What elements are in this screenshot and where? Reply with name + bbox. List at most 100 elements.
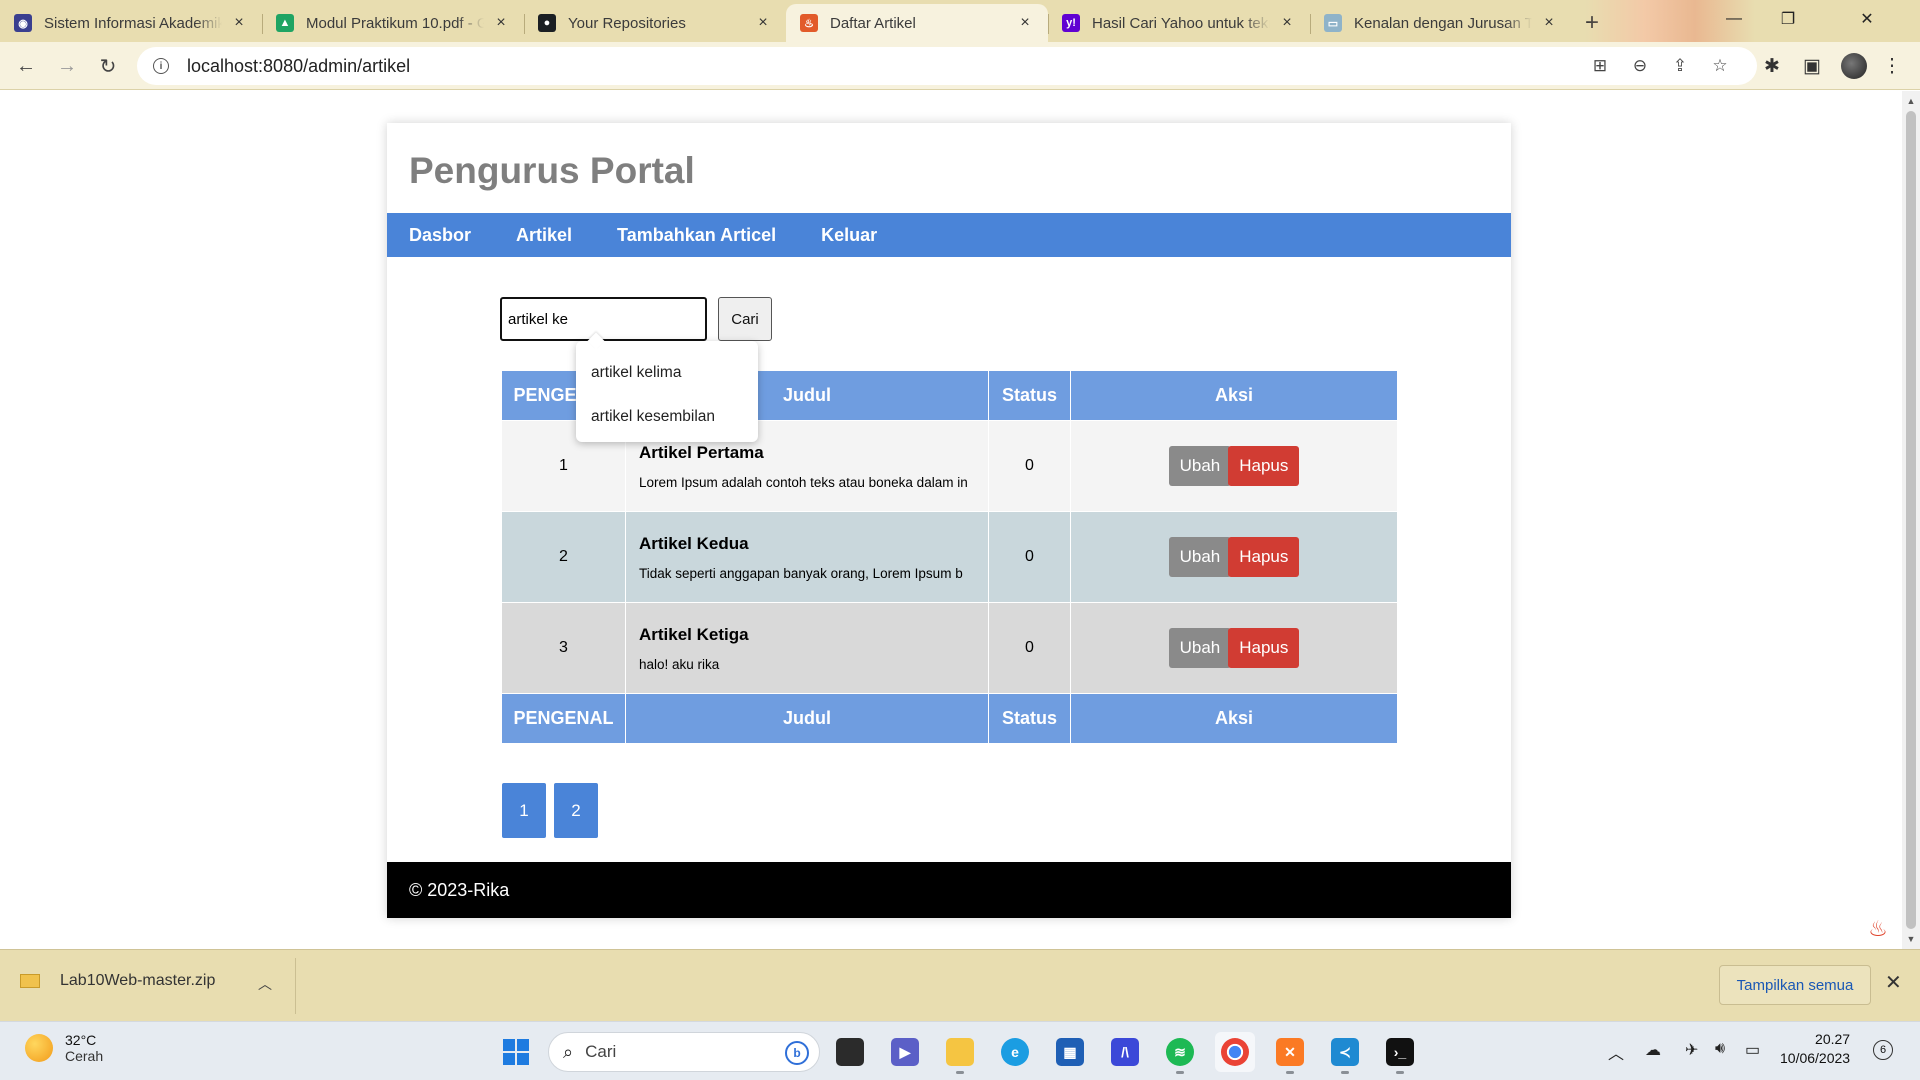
forward-icon[interactable]: → <box>51 50 83 82</box>
close-icon[interactable]: ✕ <box>1885 970 1902 995</box>
edit-button[interactable]: Ubah <box>1168 446 1232 486</box>
cell-status: 0 <box>988 420 1071 512</box>
windows-taskbar: 32°C Cerah ⌕ Cari b ▶ e ▦ /\ ≋ ✕ ≺ ›_ ︿ … <box>0 1021 1920 1080</box>
reload-icon[interactable]: ↻ <box>92 50 124 82</box>
scroll-down-icon[interactable]: ▼ <box>1902 931 1920 947</box>
terminal-icon[interactable]: ›_ <box>1380 1032 1420 1074</box>
tab-close-icon[interactable]: × <box>492 14 510 32</box>
browser-tab[interactable]: ● Your Repositories × <box>524 4 786 42</box>
chevron-up-icon[interactable]: ︿ <box>1608 1040 1624 1064</box>
edit-button[interactable]: Ubah <box>1168 628 1232 668</box>
tab-title: Hasil Cari Yahoo untuk teknik <box>1092 14 1270 32</box>
chevron-up-icon[interactable]: ︿ <box>258 974 272 994</box>
browser-tab[interactable]: ▲ Modul Praktikum 10.pdf - Google Drive × <box>262 4 524 42</box>
teams-icon[interactable]: ▶ <box>885 1032 925 1072</box>
taskbar-search[interactable]: ⌕ Cari b <box>548 1032 820 1072</box>
delete-button[interactable]: Hapus <box>1228 446 1300 486</box>
nav-artikel[interactable]: Artikel <box>516 225 572 246</box>
restore-button[interactable]: ❐ <box>1760 0 1816 38</box>
bookmark-star-icon[interactable]: ☆ <box>1705 47 1735 85</box>
address-bar[interactable]: i localhost:8080/admin/artikel ⊞ ⊖ ⇪ ☆ <box>137 47 1757 85</box>
browser-tab[interactable]: y! Hasil Cari Yahoo untuk teknik × <box>1048 4 1310 42</box>
zoom-icon[interactable]: ⊖ <box>1625 47 1655 85</box>
search-input[interactable]: artikel ke <box>500 297 707 341</box>
footer-judul: Judul <box>625 693 989 744</box>
tab-favicon-icon: ♨ <box>800 14 818 32</box>
weather-condition: Cerah <box>65 1048 104 1064</box>
airplane-icon[interactable]: ✈ <box>1685 1040 1698 1060</box>
file-explorer-icon[interactable] <box>940 1032 980 1074</box>
search-icon: ⌕ <box>563 1041 574 1062</box>
page-2-button[interactable]: 2 <box>554 783 598 838</box>
volume-icon[interactable]: 🔊︎ <box>1715 1040 1725 1058</box>
footer-status: Status <box>988 693 1071 744</box>
side-panel-icon[interactable]: ▣ <box>1796 50 1828 82</box>
search-button[interactable]: Cari <box>718 297 772 341</box>
tab-title: Sistem Informasi Akademik <box>44 14 222 32</box>
cell-aksi: Ubah Hapus <box>1070 420 1398 512</box>
start-button[interactable] <box>496 1032 536 1072</box>
site-info-icon[interactable]: i <box>153 58 169 74</box>
autocomplete-option[interactable]: artikel kelima <box>576 351 758 395</box>
cell-status: 0 <box>988 602 1071 694</box>
notification-badge[interactable]: 6 <box>1873 1040 1893 1060</box>
page-scrollbar[interactable]: ▲ ▼ <box>1902 91 1920 949</box>
battery-icon[interactable]: ▭ <box>1745 1040 1760 1060</box>
article-title: Artikel Kedua <box>639 533 749 553</box>
cell-status: 0 <box>988 511 1071 603</box>
scrollbar-thumb[interactable] <box>1906 111 1916 929</box>
extensions-icon[interactable]: ✱ <box>1756 50 1788 82</box>
share-icon[interactable]: ⇪ <box>1665 47 1695 85</box>
browser-tab[interactable]: ♨ Daftar Artikel × <box>786 4 1048 42</box>
edge-icon[interactable]: e <box>995 1032 1035 1072</box>
tab-close-icon[interactable]: × <box>1278 14 1296 32</box>
page-1-button[interactable]: 1 <box>502 783 546 838</box>
show-all-downloads-button[interactable]: Tampilkan semua <box>1719 965 1871 1005</box>
tab-close-icon[interactable]: × <box>1016 14 1034 32</box>
footer-pengenal: PENGENAL <box>501 693 626 744</box>
pagination: 1 2 <box>502 783 606 838</box>
scroll-up-icon[interactable]: ▲ <box>1902 93 1920 109</box>
system-clock[interactable]: 20.27 10/06/2023 <box>1780 1030 1850 1068</box>
vscode-icon[interactable]: ≺ <box>1325 1032 1365 1074</box>
chrome-icon[interactable] <box>1215 1032 1255 1072</box>
tab-favicon-icon: ◉ <box>14 14 32 32</box>
site-title: Pengurus Portal <box>409 150 695 191</box>
menu-icon[interactable]: ⋮ <box>1876 50 1908 82</box>
nav-tambah-artikel[interactable]: Tambahkan Articel <box>617 225 776 246</box>
zip-file-icon <box>20 974 40 988</box>
spotify-icon[interactable]: ≋ <box>1160 1032 1200 1074</box>
delete-button[interactable]: Hapus <box>1228 537 1300 577</box>
task-view-icon[interactable] <box>830 1032 870 1072</box>
bing-icon[interactable]: b <box>785 1041 809 1065</box>
tab-favicon-icon: ▭ <box>1324 14 1342 32</box>
minimize-button[interactable]: — <box>1706 0 1762 38</box>
header-status: Status <box>988 370 1071 421</box>
autocomplete-option[interactable]: artikel kesembilan <box>576 395 758 439</box>
windows-logo-icon <box>503 1039 529 1065</box>
back-icon[interactable]: ← <box>10 50 42 82</box>
onedrive-icon[interactable]: ☁ <box>1645 1040 1661 1060</box>
download-item[interactable]: Lab10Web-master.zip <box>20 972 215 990</box>
weather-sun-icon <box>25 1034 53 1062</box>
delete-button[interactable]: Hapus <box>1228 628 1300 668</box>
weather-widget[interactable]: 32°C Cerah <box>25 1032 103 1064</box>
xampp-icon[interactable]: ✕ <box>1270 1032 1310 1074</box>
tab-close-icon[interactable]: × <box>754 14 772 32</box>
edit-button[interactable]: Ubah <box>1168 537 1232 577</box>
nav-keluar[interactable]: Keluar <box>821 225 877 246</box>
browser-tab[interactable]: ▭ Kenalan dengan Jurusan Teknik × <box>1310 4 1572 42</box>
download-bar: Lab10Web-master.zip ︿ Tampilkan semua ✕ <box>0 949 1920 1021</box>
profile-avatar[interactable] <box>1841 53 1867 79</box>
close-window-button[interactable]: ✕ <box>1814 0 1920 38</box>
flame-icon[interactable]: ♨ <box>1858 909 1898 949</box>
translate-icon[interactable]: ⊞ <box>1585 47 1615 85</box>
browser-tab[interactable]: ◉ Sistem Informasi Akademik × <box>0 4 262 42</box>
store-icon[interactable]: ▦ <box>1050 1032 1090 1072</box>
nav-dasbor[interactable]: Dasbor <box>409 225 471 246</box>
tab-title: Daftar Artikel <box>830 14 916 32</box>
tab-close-icon[interactable]: × <box>230 14 248 32</box>
tab-close-icon[interactable]: × <box>1540 14 1558 32</box>
editor-icon[interactable]: /\ <box>1105 1032 1145 1072</box>
taskbar-search-placeholder: Cari <box>585 1042 617 1061</box>
